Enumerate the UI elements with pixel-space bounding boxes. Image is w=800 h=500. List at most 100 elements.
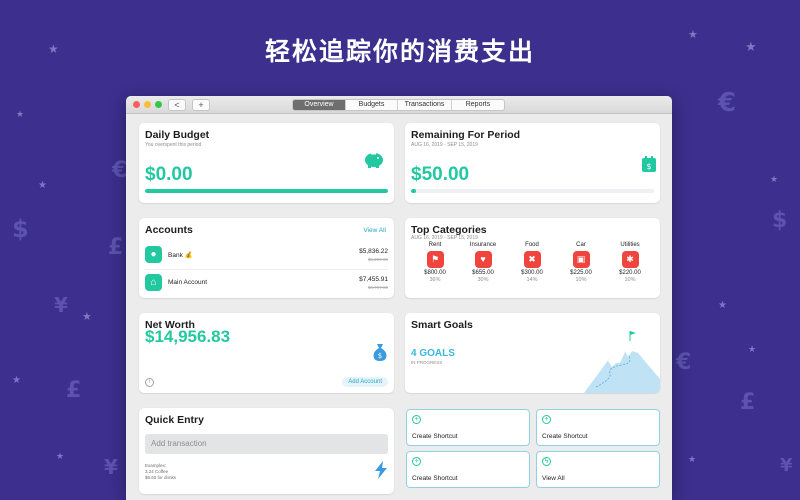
shortcut-label: View All — [542, 475, 565, 482]
yen-decoration-icon: ¥ — [54, 293, 68, 317]
mountain-goal-icon — [584, 331, 660, 393]
quick-entry-examples: Examples: 3.24 Coffee $6.60 for drinks — [145, 463, 176, 481]
category-name: Insurance — [469, 242, 497, 248]
info-icon[interactable]: i — [145, 378, 154, 387]
minimize-window-button[interactable] — [144, 101, 151, 108]
plus-circle-icon: + — [412, 415, 421, 424]
category-amount: $655.00 — [472, 270, 494, 276]
star-decoration-icon: ★ — [688, 455, 697, 465]
pound-decoration-icon: £ — [66, 378, 82, 403]
shortcut-label: Create Shortcut — [412, 433, 458, 440]
category-insurance[interactable]: Insurance ♥ $655.00 30% — [463, 242, 503, 283]
account-row[interactable]: ⌂ Main Account $7,455.91 $6,707.00 — [145, 272, 388, 296]
account-name: Bank 💰 — [168, 252, 193, 259]
star-decoration-icon: ★ — [718, 300, 727, 311]
star-decoration-icon: ★ — [56, 452, 65, 462]
smart-goals-title: Smart Goals — [411, 319, 473, 331]
dollar-decoration-icon: $ — [772, 208, 788, 233]
add-transaction-input[interactable]: Add transaction — [145, 434, 388, 454]
accounts-card: Accounts View All ● Bank 💰 $5,836.22 $5,… — [139, 218, 394, 298]
car-icon: ▣ — [572, 251, 590, 268]
account-row[interactable]: ● Bank 💰 $5,836.22 $5,250.00 — [145, 244, 388, 268]
star-decoration-icon: ★ — [82, 310, 92, 323]
smart-goals-status: IN PROGRESS — [411, 360, 443, 365]
account-name: Main Account — [168, 279, 208, 286]
remaining-period-date-range: AUG 16, 2019 - SEP 15, 2019 — [411, 142, 478, 148]
remaining-period-amount: $50.00 — [411, 164, 470, 185]
heart-pulse-icon: ♥ — [474, 251, 492, 268]
dollar-decoration-icon: $ — [12, 215, 29, 243]
top-categories-date-range: AUG 16, 2019 - SEP 15, 2019 — [411, 235, 478, 241]
account-previous-balance: $6,707.00 — [367, 285, 388, 290]
daily-budget-amount: $0.00 — [145, 164, 193, 185]
tab-overview[interactable]: Overview — [293, 100, 346, 110]
category-rent[interactable]: Rent ⚑ $800.00 36% — [415, 242, 455, 283]
category-amount: $800.00 — [424, 270, 446, 276]
plus-circle-icon: + — [412, 457, 421, 466]
account-previous-balance: $5,250.00 — [367, 257, 388, 262]
bank-building-icon: ⌂ — [145, 274, 162, 291]
lightning-icon — [375, 461, 387, 479]
daily-budget-title: Daily Budget — [145, 129, 210, 141]
quick-entry-card: Quick Entry Add transaction Examples: 3.… — [139, 408, 394, 494]
category-amount: $220.00 — [619, 270, 641, 276]
top-categories-card[interactable]: Top Categories AUG 16, 2019 - SEP 15, 20… — [405, 218, 660, 298]
category-food[interactable]: Food ✖ $300.00 14% — [512, 242, 552, 283]
back-button[interactable]: < — [168, 99, 186, 111]
category-name: Rent — [428, 242, 442, 248]
zoom-window-button[interactable] — [155, 101, 162, 108]
category-name: Food — [525, 242, 539, 248]
create-shortcut-button[interactable]: + Create Shortcut — [406, 409, 530, 446]
daily-budget-progress-bar — [145, 189, 388, 193]
category-percent: 10% — [624, 277, 636, 283]
net-worth-amount: $14,956.83 — [145, 327, 231, 346]
category-percent: 10% — [575, 277, 587, 283]
star-decoration-icon: ★ — [16, 110, 25, 120]
plus-circle-icon: + — [542, 415, 551, 424]
pound-decoration-icon: £ — [108, 235, 124, 260]
close-window-button[interactable] — [133, 101, 140, 108]
money-bag-icon: $ — [373, 344, 387, 361]
smart-goals-card[interactable]: Smart Goals 4 GOALS IN PROGRESS — [405, 313, 660, 393]
remaining-period-title: Remaining For Period — [411, 129, 521, 141]
lightbulb-icon: ✱ — [621, 251, 639, 268]
add-account-button[interactable]: Add Account — [342, 377, 388, 387]
tab-reports[interactable]: Reports — [452, 100, 504, 110]
category-name: Car — [576, 242, 586, 248]
tab-budgets[interactable]: Budgets — [346, 100, 398, 110]
add-button[interactable]: + — [192, 99, 210, 111]
quick-entry-title: Quick Entry — [145, 414, 204, 426]
view-segmented-control: Overview Budgets Transactions Reports — [292, 99, 505, 111]
daily-budget-progress-fill — [145, 189, 388, 193]
lightning-circle-icon: ϟ — [542, 457, 551, 466]
category-utilities[interactable]: Utilities ✱ $220.00 10% — [610, 242, 650, 283]
remaining-period-progress-fill — [411, 189, 416, 193]
svg-text:$: $ — [646, 162, 651, 171]
euro-decoration-icon: € — [676, 350, 692, 375]
create-shortcut-button[interactable]: + Create Shortcut — [536, 409, 660, 446]
star-decoration-icon: ★ — [770, 175, 779, 185]
tab-transactions[interactable]: Transactions — [398, 100, 452, 110]
app-window: < + Overview Budgets Transactions Report… — [126, 96, 672, 500]
shortcut-label: Create Shortcut — [412, 475, 458, 482]
category-percent: 36% — [429, 277, 441, 283]
account-balance: $5,836.22 — [359, 248, 388, 255]
daily-budget-card[interactable]: Daily Budget You overspent this period $… — [139, 123, 394, 203]
example-item: $6.60 for drinks — [145, 475, 177, 480]
category-percent: 14% — [526, 277, 538, 283]
smart-goals-count: 4 GOALS — [411, 348, 455, 359]
view-all-shortcuts-button[interactable]: ϟ View All — [536, 451, 660, 488]
svg-text:$: $ — [378, 352, 382, 360]
remaining-period-card[interactable]: Remaining For Period AUG 16, 2019 - SEP … — [405, 123, 660, 203]
yen-decoration-icon: ¥ — [780, 455, 793, 476]
category-amount: $225.00 — [570, 270, 592, 276]
net-worth-card[interactable]: Net Worth $14,956.83 $ i Add Account — [139, 313, 394, 393]
create-shortcut-button[interactable]: + Create Shortcut — [406, 451, 530, 488]
category-car[interactable]: Car ▣ $225.00 10% — [561, 242, 601, 283]
star-decoration-icon: ★ — [12, 375, 21, 386]
signpost-icon: ⚑ — [426, 251, 444, 268]
accounts-view-all-link[interactable]: View All — [363, 227, 386, 234]
utensils-icon: ✖ — [523, 251, 541, 268]
marketing-headline: 轻松追踪你的消费支出 — [264, 37, 535, 66]
remaining-period-progress-bar — [411, 189, 654, 193]
